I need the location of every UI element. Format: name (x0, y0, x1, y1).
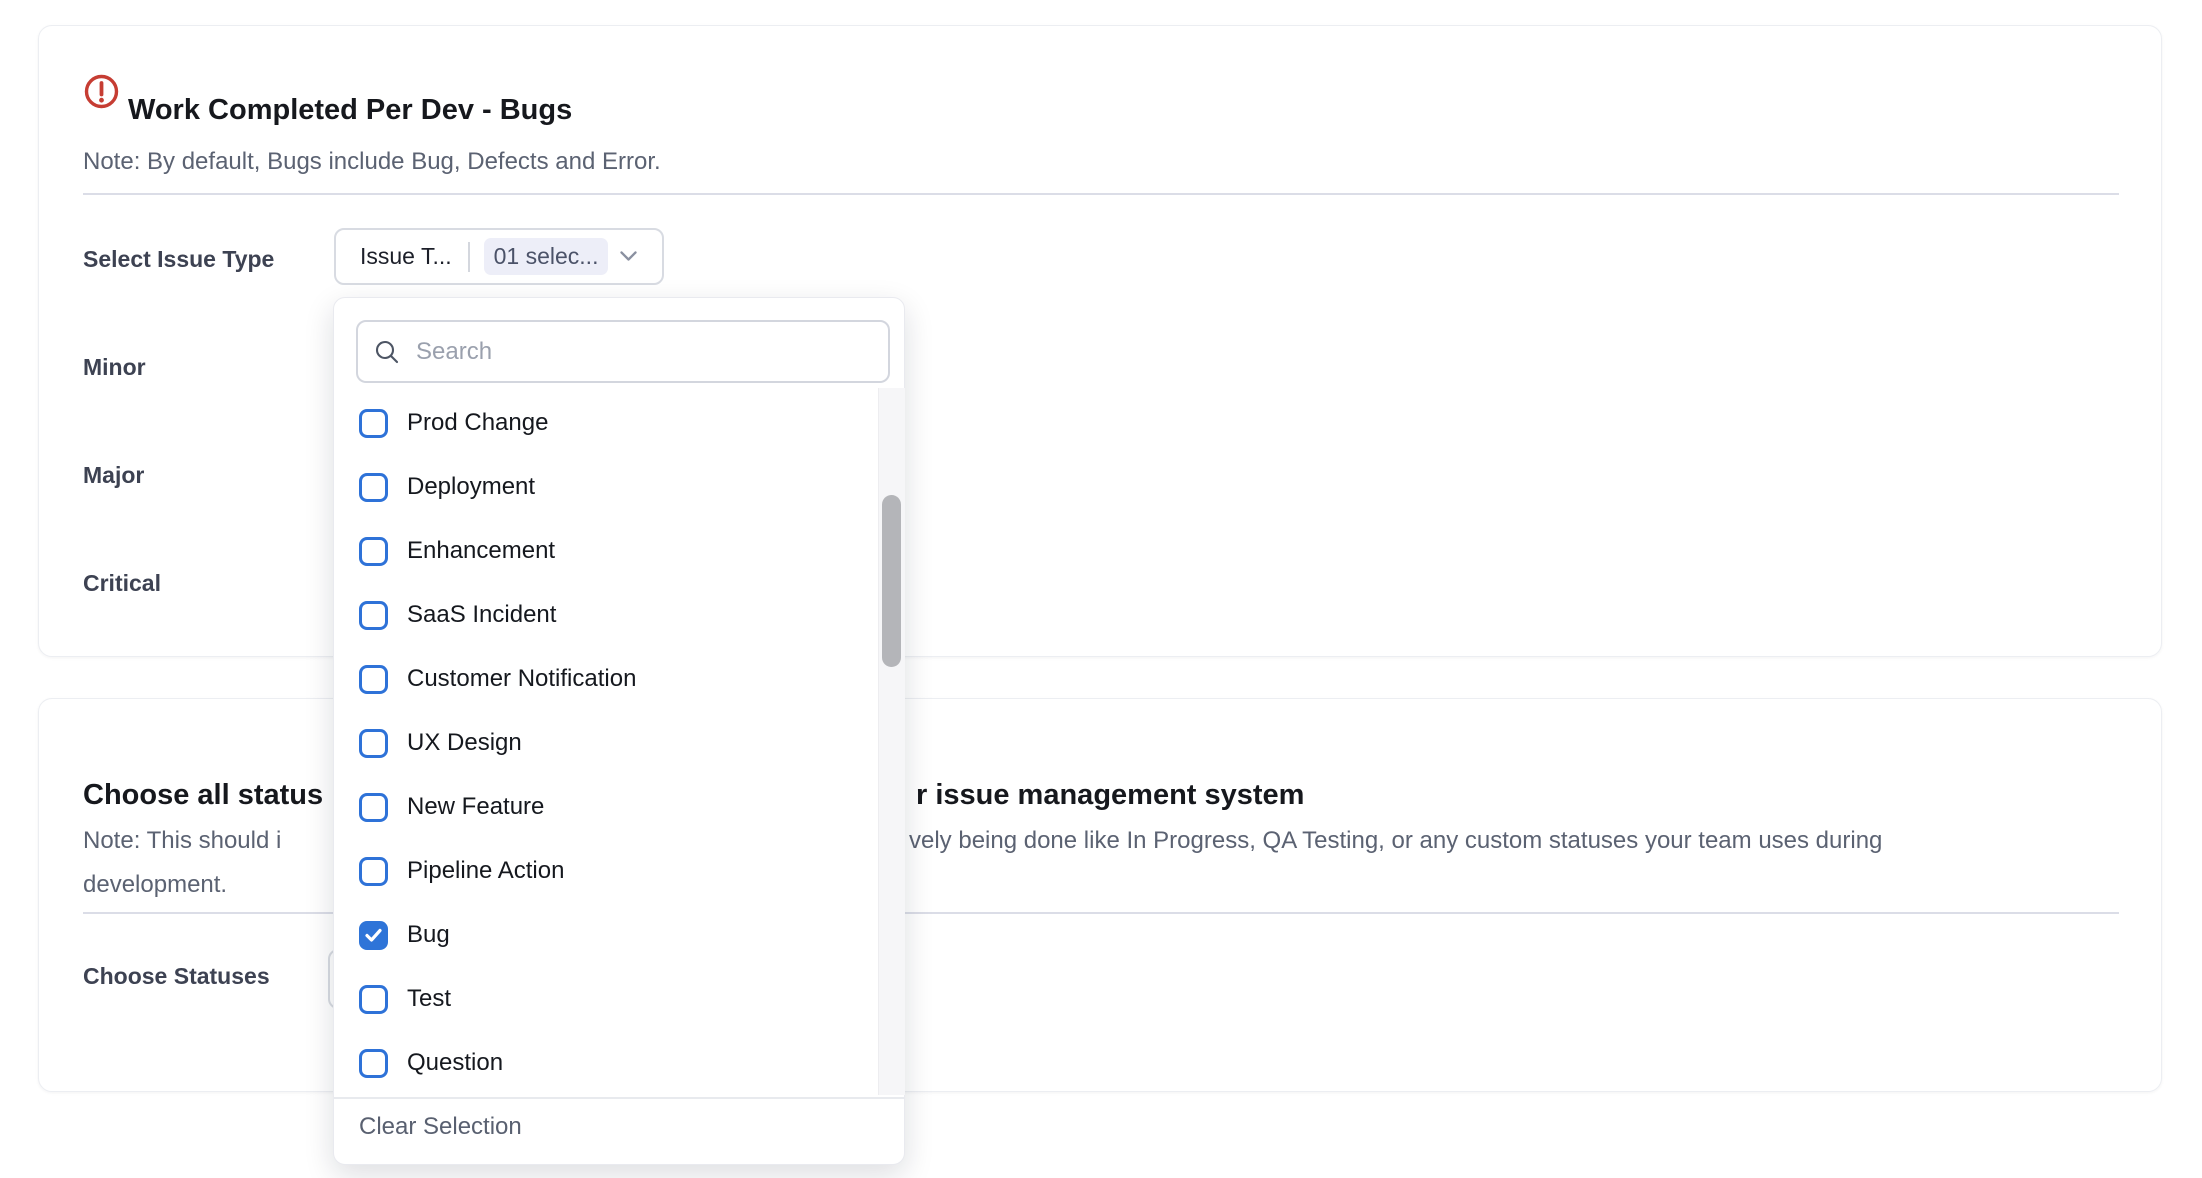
list-item-deployment[interactable]: Deployment (334, 455, 878, 519)
issue-type-trigger-label: Issue T... (360, 243, 452, 270)
list-item-label: New Feature (407, 793, 544, 821)
dropdown-scrollbar-thumb[interactable] (882, 495, 901, 667)
trigger-divider (468, 242, 470, 272)
checkbox-icon[interactable] (359, 793, 388, 822)
page-title: Work Completed Per Dev - Bugs (128, 90, 572, 130)
statuses-note-left-fragment: Note: This should i (83, 825, 281, 857)
list-item-label: Prod Change (407, 409, 548, 437)
statuses-heading-left-fragment: Choose all status (83, 775, 323, 815)
issue-type-dropdown-trigger[interactable]: Issue T... 01 selec... (334, 228, 664, 285)
list-item-label: Enhancement (407, 537, 555, 565)
major-label: Major (83, 461, 144, 489)
list-item-ux-design[interactable]: UX Design (334, 711, 878, 775)
list-item-customer-notification[interactable]: Customer Notification (334, 647, 878, 711)
issue-type-dropdown-panel: Prod Change Deployment Enhancement SaaS … (333, 297, 905, 1165)
list-item-label: Deployment (407, 473, 535, 501)
panel-footer-divider (334, 1097, 904, 1099)
list-item-bug[interactable]: Bug (334, 903, 878, 967)
list-item-pipeline-action[interactable]: Pipeline Action (334, 839, 878, 903)
checkbox-icon[interactable] (359, 473, 388, 502)
checkbox-icon[interactable] (359, 729, 388, 758)
list-item-test[interactable]: Test (334, 967, 878, 1031)
list-item-label: Bug (407, 921, 450, 949)
choose-statuses-label: Choose Statuses (83, 962, 270, 990)
checkbox-icon[interactable] (359, 921, 388, 950)
chevron-down-icon (620, 251, 637, 262)
dropdown-list: Prod Change Deployment Enhancement SaaS … (334, 391, 878, 1095)
statuses-note-right-fragment: vely being done like In Progress, QA Tes… (909, 825, 1882, 857)
alert-circle-icon (83, 73, 120, 110)
card1-note: Note: By default, Bugs include Bug, Defe… (83, 146, 661, 178)
statuses-heading-right-fragment: r issue management system (916, 775, 1304, 815)
checkbox-icon[interactable] (359, 601, 388, 630)
list-item-label: SaaS Incident (407, 601, 556, 629)
checkbox-icon[interactable] (359, 985, 388, 1014)
checkbox-icon[interactable] (359, 665, 388, 694)
list-item-label: Pipeline Action (407, 857, 564, 885)
list-item-saas-incident[interactable]: SaaS Incident (334, 583, 878, 647)
list-item-label: UX Design (407, 729, 522, 757)
critical-label: Critical (83, 569, 161, 597)
checkbox-icon[interactable] (359, 857, 388, 886)
list-item-label: Question (407, 1049, 503, 1077)
search-icon (374, 339, 400, 365)
statuses-note-line2: development. (83, 869, 227, 901)
checkbox-icon[interactable] (359, 409, 388, 438)
list-item-enhancement[interactable]: Enhancement (334, 519, 878, 583)
list-item-label: Test (407, 985, 451, 1013)
list-item-new-feature[interactable]: New Feature (334, 775, 878, 839)
list-item-question[interactable]: Question (334, 1031, 878, 1095)
minor-label: Minor (83, 353, 146, 381)
list-item-prod-change[interactable]: Prod Change (334, 391, 878, 455)
search-input[interactable] (414, 337, 872, 367)
selected-count-badge: 01 selec... (484, 238, 609, 275)
select-issue-type-label: Select Issue Type (83, 245, 274, 273)
list-item-label: Customer Notification (407, 665, 636, 693)
clear-selection-button[interactable]: Clear Selection (359, 1113, 522, 1141)
checkbox-icon[interactable] (359, 537, 388, 566)
card1-divider (83, 193, 2119, 195)
dropdown-search-box (356, 320, 890, 383)
checkbox-icon[interactable] (359, 1049, 388, 1078)
